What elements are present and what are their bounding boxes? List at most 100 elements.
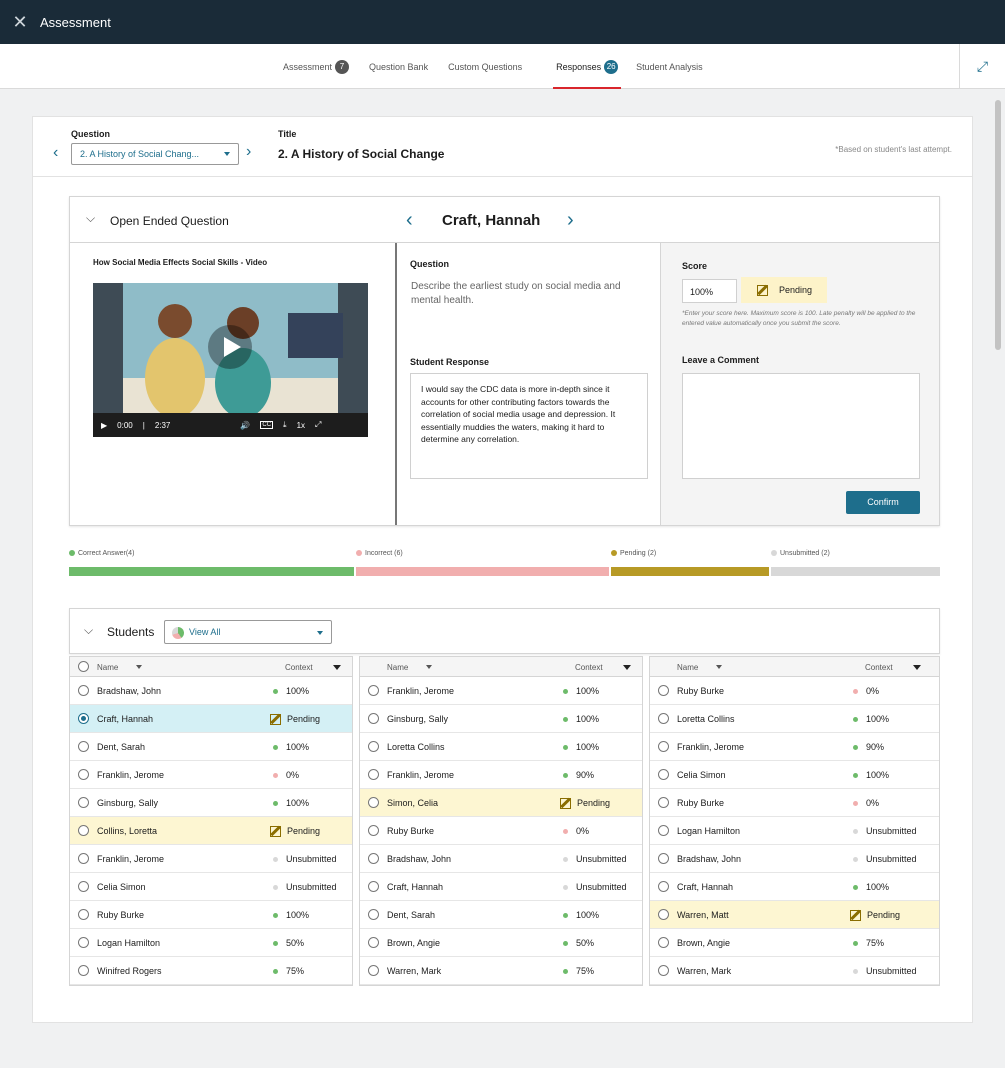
filter-caret-icon[interactable]	[913, 665, 921, 670]
fullscreen-icon[interactable]: ⤢	[315, 420, 321, 430]
context-column-header[interactable]: Context	[575, 663, 603, 672]
prev-question-icon[interactable]: ‹	[53, 144, 58, 162]
confirm-button[interactable]: Confirm	[846, 491, 920, 514]
video-player[interactable]: ▶ 0:00 | 2:37 🔊 CC ⤓ 1x ⤢	[93, 283, 368, 437]
student-radio[interactable]	[78, 853, 89, 864]
score-input[interactable]: 100%	[682, 279, 737, 303]
table-row[interactable]: Ginsburg, Sally 100%	[70, 789, 352, 817]
download-icon[interactable]: ⤓	[283, 420, 287, 430]
table-row[interactable]: Bradshaw, John Unsubmitted	[360, 845, 642, 873]
student-radio[interactable]	[658, 881, 669, 892]
question-select[interactable]: 2. A History of Social Chang...	[71, 143, 239, 165]
name-column-header[interactable]: Name	[677, 663, 698, 672]
table-row[interactable]: Brown, Angie 50%	[360, 929, 642, 957]
volume-icon[interactable]: 🔊	[240, 421, 250, 430]
student-radio[interactable]	[658, 909, 669, 920]
close-icon[interactable]: ✕	[0, 12, 40, 33]
name-column-header[interactable]: Name	[387, 663, 408, 672]
expand-icon[interactable]: ⤢	[959, 44, 1005, 89]
students-chevron-icon[interactable]: ⌵	[84, 623, 93, 638]
context-column-header[interactable]: Context	[285, 663, 313, 672]
student-radio[interactable]	[368, 825, 379, 836]
student-radio[interactable]	[368, 909, 379, 920]
student-radio[interactable]	[78, 881, 89, 892]
table-row[interactable]: Celia Simon Unsubmitted	[70, 873, 352, 901]
table-row[interactable]: Logan Hamilton Unsubmitted	[650, 817, 939, 845]
sort-icon[interactable]	[136, 665, 142, 669]
play-icon[interactable]: ▶	[101, 421, 107, 430]
table-row[interactable]: Logan Hamilton 50%	[70, 929, 352, 957]
table-row[interactable]: Franklin, Jerome 90%	[360, 761, 642, 789]
table-row[interactable]: Franklin, Jerome 90%	[650, 733, 939, 761]
tab-custom-questions[interactable]: Custom Questions	[448, 44, 522, 89]
table-row[interactable]: Celia Simon 100%	[650, 761, 939, 789]
student-radio[interactable]	[368, 853, 379, 864]
table-row[interactable]: Craft, Hannah Unsubmitted	[360, 873, 642, 901]
student-radio[interactable]	[78, 937, 89, 948]
student-radio[interactable]	[658, 937, 669, 948]
next-student-icon[interactable]: ›	[567, 209, 574, 232]
next-question-icon[interactable]: ›	[246, 143, 251, 161]
student-radio[interactable]	[658, 769, 669, 780]
tab-responses[interactable]: Responses 26	[553, 44, 622, 89]
playback-speed[interactable]: 1x	[297, 421, 305, 430]
tab-assessment[interactable]: Assessment 7	[283, 44, 350, 89]
tab-student-analysis[interactable]: Student Analysis	[636, 44, 703, 89]
table-row[interactable]: Bradshaw, John Unsubmitted	[650, 845, 939, 873]
select-all-radio[interactable]	[78, 661, 89, 672]
table-row[interactable]: Ruby Burke 0%	[650, 677, 939, 705]
table-row[interactable]: Dent, Sarah 100%	[70, 733, 352, 761]
student-radio[interactable]	[658, 713, 669, 724]
student-radio[interactable]	[368, 965, 379, 976]
student-radio[interactable]	[78, 685, 89, 696]
table-row[interactable]: Ruby Burke 0%	[360, 817, 642, 845]
collapse-chevron-icon[interactable]: ⌵	[86, 211, 95, 226]
context-column-header[interactable]: Context	[865, 663, 893, 672]
student-radio[interactable]	[78, 713, 89, 724]
table-row[interactable]: Simon, Celia Pending	[360, 789, 642, 817]
table-row[interactable]: Brown, Angie 75%	[650, 929, 939, 957]
table-row[interactable]: Craft, Hannah 100%	[650, 873, 939, 901]
table-row[interactable]: Bradshaw, John 100%	[70, 677, 352, 705]
table-row[interactable]: Franklin, Jerome 0%	[70, 761, 352, 789]
student-radio[interactable]	[658, 741, 669, 752]
sort-icon[interactable]	[716, 665, 722, 669]
student-radio[interactable]	[78, 965, 89, 976]
table-row[interactable]: Warren, Mark 75%	[360, 957, 642, 985]
sort-icon[interactable]	[426, 665, 432, 669]
prev-student-icon[interactable]: ‹	[406, 209, 413, 232]
scrollbar[interactable]	[995, 100, 1001, 350]
student-radio[interactable]	[78, 797, 89, 808]
student-radio[interactable]	[658, 965, 669, 976]
table-row[interactable]: Ginsburg, Sally 100%	[360, 705, 642, 733]
table-row[interactable]: Winifred Rogers 75%	[70, 957, 352, 985]
table-row[interactable]: Ruby Burke 100%	[70, 901, 352, 929]
table-row[interactable]: Warren, Matt Pending	[650, 901, 939, 929]
table-row[interactable]: Franklin, Jerome Unsubmitted	[70, 845, 352, 873]
table-row[interactable]: Franklin, Jerome 100%	[360, 677, 642, 705]
comment-textarea[interactable]	[682, 373, 920, 479]
table-row[interactable]: Ruby Burke 0%	[650, 789, 939, 817]
student-radio[interactable]	[368, 937, 379, 948]
student-radio[interactable]	[658, 685, 669, 696]
tab-question-bank[interactable]: Question Bank	[369, 44, 428, 89]
table-row[interactable]: Craft, Hannah Pending	[70, 705, 352, 733]
table-row[interactable]: Warren, Mark Unsubmitted	[650, 957, 939, 985]
student-radio[interactable]	[368, 769, 379, 780]
table-row[interactable]: Loretta Collins 100%	[360, 733, 642, 761]
table-row[interactable]: Collins, Loretta Pending	[70, 817, 352, 845]
filter-caret-icon[interactable]	[623, 665, 631, 670]
student-radio[interactable]	[368, 881, 379, 892]
filter-caret-icon[interactable]	[333, 665, 341, 670]
student-radio[interactable]	[78, 769, 89, 780]
student-radio[interactable]	[658, 797, 669, 808]
student-filter-select[interactable]: View All	[164, 620, 332, 644]
student-radio[interactable]	[368, 685, 379, 696]
table-row[interactable]: Dent, Sarah 100%	[360, 901, 642, 929]
student-radio[interactable]	[368, 741, 379, 752]
table-row[interactable]: Loretta Collins 100%	[650, 705, 939, 733]
student-radio[interactable]	[368, 713, 379, 724]
student-radio[interactable]	[78, 909, 89, 920]
student-radio[interactable]	[658, 853, 669, 864]
student-radio[interactable]	[368, 797, 379, 808]
